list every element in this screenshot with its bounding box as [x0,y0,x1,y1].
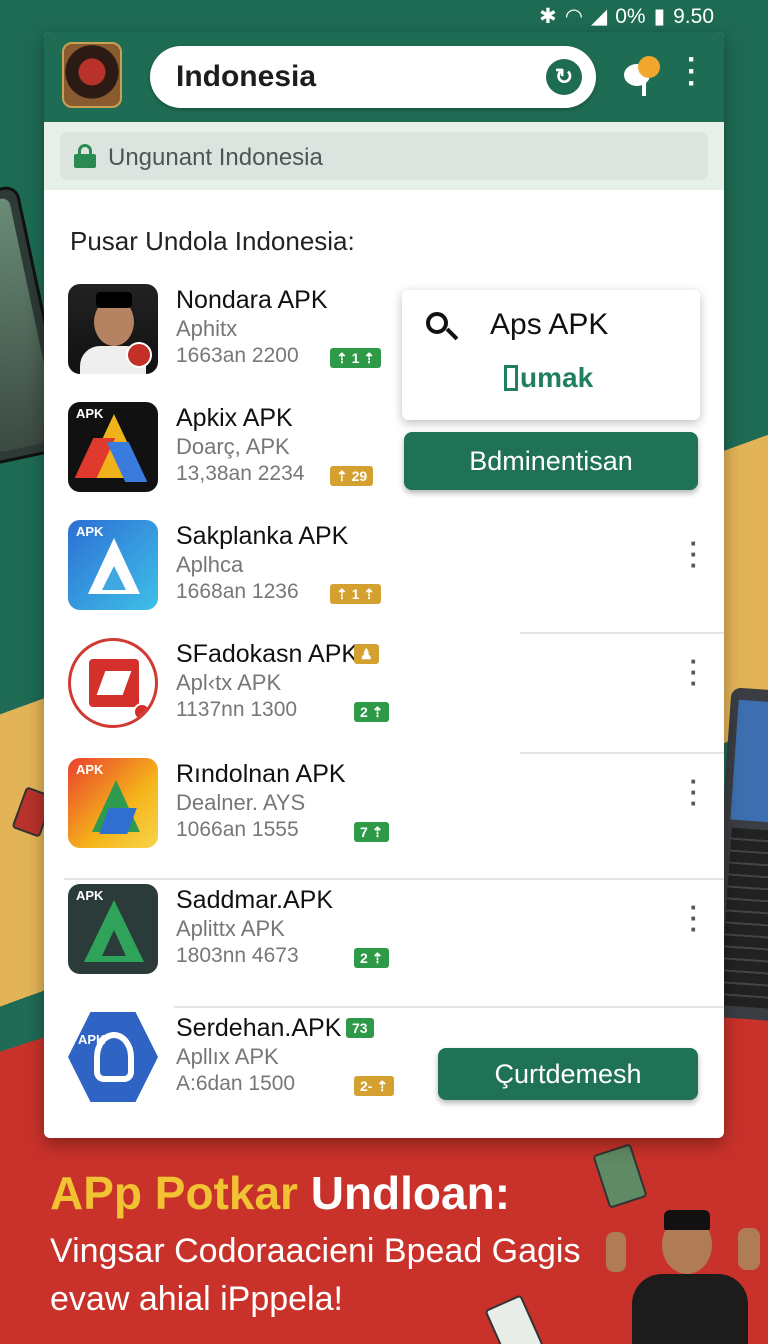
overflow-menu-icon[interactable]: · · · [684,45,700,99]
signal-icon: ◢ [591,5,608,28]
app-stats: 1803nn 4673 [176,944,299,967]
battery-level: 0% [615,4,646,28]
search-popup[interactable]: Aps APK umak [402,290,700,420]
status-bar: ✱ ◠ ◢ 0% ▮ 9.50 [0,0,768,32]
popup-title: Aps APK [490,308,609,341]
rating-badge: ⇡ 1 ⇡ [330,348,382,368]
app-stats: 1663an 2200 [176,344,299,367]
app-name: Saddmar.APK [176,886,334,914]
app-name: Sakplanka APK [176,522,349,550]
list-item[interactable]: SFadokasn APK ♟ Apl‹tx APK 1137nn 1300 2… [44,632,724,756]
banner-title: APp Potkar Undloan: [50,1167,511,1219]
app-icon: APK [68,884,158,974]
item-menu-icon[interactable]: · · · [686,648,702,696]
app-icon [68,284,158,374]
rating-badge: ⇡ 29 [330,466,374,486]
item-menu-icon[interactable]: · · · [686,894,702,942]
divider [520,632,724,634]
app-stats: 1066an 1555 [176,818,299,841]
secondary-action-button[interactable]: Çurtdemesh [438,1048,698,1100]
app-icon: APK [68,1012,158,1102]
divider [174,1006,724,1008]
popup-subtitle: umak [504,362,593,394]
lock-icon [74,144,96,168]
app-logo[interactable] [62,42,122,108]
banner-subtitle-line1: Vingsar Codoraacieni Bpead Gagis [50,1232,581,1270]
primary-action-button[interactable]: Bdminentisan [404,432,698,490]
search-icon [426,312,459,344]
app-icon [68,638,158,728]
app-name: Serdehan.APK [176,1014,342,1042]
app-icon: APK [68,402,158,492]
rating-badge: 2- ⇡ [354,1076,395,1096]
url-text: Ungunant Indonesia [108,144,323,171]
list-item[interactable]: APK Rındolnan APK Dealner. AYS 1066an 15… [44,752,724,876]
app-stats: 1137nn 1300 [176,698,298,721]
app-window: Indonesia ↻ · · · Ungunant Indonesia Pusar… [44,32,724,1138]
list-item[interactable]: APK Saddmar.APK Aplittx APK 1803nn 4673 … [44,878,724,1002]
app-name: Apkix APK [176,404,293,432]
divider [64,878,724,880]
rating-badge: 7 ⇡ [354,822,390,842]
app-stats: 13,38an 2234 [176,462,305,485]
rating-badge: 2 ⇡ [354,702,390,722]
item-menu-icon[interactable]: · · · [686,530,702,578]
list-item[interactable]: APK Sakplanka APK Aplhca 1668an 1236 ⇡ 1… [44,514,724,638]
url-bar-container: Ungunant Indonesia [44,122,724,190]
refresh-icon[interactable]: ↻ [546,59,582,95]
search-bar[interactable]: Indonesia ↻ [150,46,596,108]
app-icon: APK [68,758,158,848]
app-developer: Apl‹tx APK [176,670,282,695]
divider [520,752,724,754]
app-icon: APK [68,520,158,610]
app-developer: Apllıx APK [176,1044,279,1069]
url-bar[interactable]: Ungunant Indonesia [60,132,708,180]
app-developer: Dealner. AYS [176,790,306,815]
app-stats: A:6dan 1500 [176,1072,296,1095]
app-name: Nondara APK [176,286,328,314]
app-bar: Indonesia ↻ · · · [44,32,724,122]
cloud-download-icon[interactable] [622,52,664,96]
rating-badge: ⇡ 1 ⇡ [330,584,382,604]
app-developer: Aphitx [176,316,238,341]
section-title: Pusar Undola Indonesia: [70,226,355,256]
banner-subtitle-line2: evaw ahial iPppela! [50,1280,343,1318]
search-input[interactable]: Indonesia [176,60,316,94]
bluetooth-icon: ✱ [539,5,557,28]
category-badge: ♟ [354,644,379,664]
app-name: SFadokasn APK [176,640,359,668]
person-illustration [606,1210,768,1344]
app-name: Rındolnan APK [176,760,346,788]
app-stats: 1668an 1236 [176,580,299,603]
app-developer: Aplittx APK [176,916,285,941]
wifi-icon: ◠ [564,5,584,28]
app-developer: Doarç, APK [176,434,290,459]
version-badge: 73 [346,1018,374,1038]
clock: 9.50 [673,4,714,28]
battery-icon: ▮ [653,5,666,28]
app-developer: Aplhca [176,552,244,577]
item-menu-icon[interactable]: · · · [686,768,702,816]
rating-badge: 2 ⇡ [354,948,390,968]
